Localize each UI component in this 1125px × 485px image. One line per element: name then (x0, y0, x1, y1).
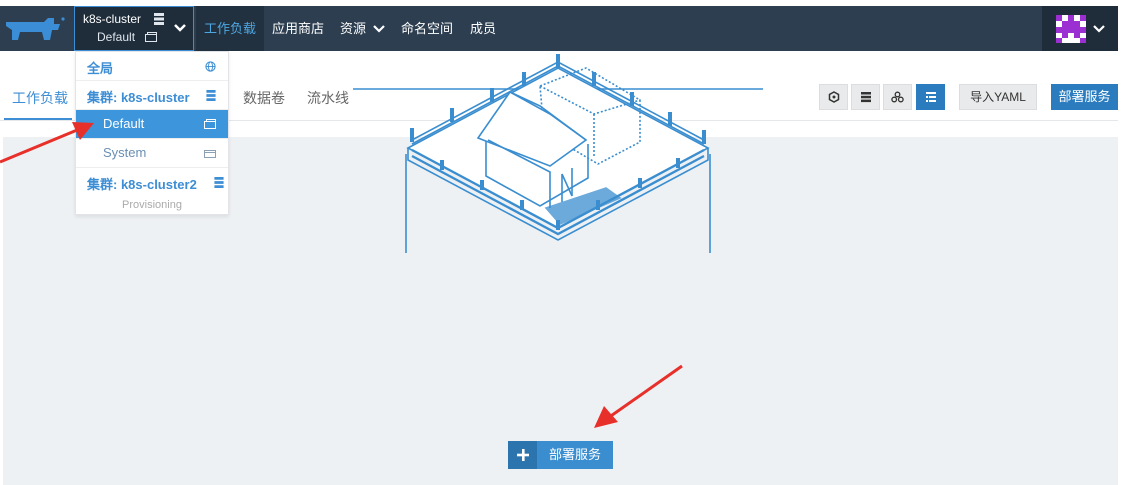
nav-resources[interactable]: 资源 (340, 6, 385, 51)
avatar (1056, 15, 1086, 43)
import-yaml-button[interactable]: 导入YAML (959, 84, 1037, 110)
top-navbar: k8s-cluster Default 工作负载 应用商店 资源 命名空间 成员 (0, 6, 1118, 51)
dropdown-project-system[interactable]: System (76, 139, 228, 168)
dropdown-default-label: Default (103, 116, 145, 131)
dropdown-project-default[interactable]: Default (76, 110, 228, 139)
nav-resources-label: 资源 (340, 21, 367, 36)
deploy-service-cta-button[interactable]: 部署服务 (508, 441, 613, 469)
cluster2-status: Provisioning (122, 199, 182, 211)
dropdown-cluster1-label: 集群: k8s-cluster (87, 90, 190, 105)
user-menu[interactable] (1042, 6, 1118, 51)
folder-icon (204, 119, 216, 129)
server-icon (206, 90, 216, 101)
folder-icon (204, 150, 216, 158)
deploy-service-cta-label: 部署服务 (548, 447, 601, 462)
dropdown-global-label: 全局 (87, 61, 114, 76)
view-node-button[interactable] (819, 84, 848, 110)
nav-namespaces[interactable]: 命名空间 (401, 6, 453, 51)
plus-icon (508, 441, 537, 469)
dropdown-system-label: System (103, 145, 147, 160)
list-icon (860, 92, 871, 103)
hexagon-icon (828, 91, 839, 103)
server-icon (214, 177, 224, 188)
dropdown-cluster-k8s-cluster[interactable]: 集群: k8s-cluster (76, 81, 228, 110)
cluster-name: k8s-cluster (83, 12, 142, 26)
chevron-down-icon (174, 24, 186, 32)
chevron-down-icon (372, 25, 385, 33)
dropdown-cluster-k8s-cluster2[interactable]: 集群: k8s-cluster2 (76, 168, 228, 197)
cluster-project-dropdown: 全局 集群: k8s-cluster Default System 集群: k8… (75, 51, 229, 215)
dropdown-cluster2-label: 集群: k8s-cluster2 (87, 177, 197, 192)
empty-farm-illustration-icon (353, 54, 763, 253)
cluster-icon (891, 91, 904, 103)
nav-members[interactable]: 成员 (470, 6, 496, 51)
rancher-logo-icon[interactable] (4, 16, 66, 42)
dropdown-global[interactable]: 全局 (76, 52, 228, 81)
nav-catalog[interactable]: 应用商店 (272, 6, 324, 51)
cluster-project-switcher[interactable]: k8s-cluster Default (74, 6, 194, 51)
globe-icon (205, 61, 216, 72)
view-list-button[interactable] (851, 84, 880, 110)
tab-workloads[interactable]: 工作负载 (12, 88, 68, 108)
project-name: Default (97, 30, 136, 44)
tab-pipelines[interactable]: 流水线 (307, 88, 349, 108)
folder-icon (145, 32, 157, 42)
server-icon (154, 13, 164, 25)
chevron-down-icon (1093, 25, 1105, 33)
view-nested-button[interactable] (916, 84, 945, 110)
nav-workloads[interactable]: 工作负载 (196, 6, 265, 51)
tab-volumes[interactable]: 数据卷 (243, 88, 285, 108)
deploy-service-button[interactable]: 部署服务 (1051, 84, 1118, 110)
view-group-button[interactable] (883, 84, 912, 110)
nested-list-icon (925, 92, 936, 102)
